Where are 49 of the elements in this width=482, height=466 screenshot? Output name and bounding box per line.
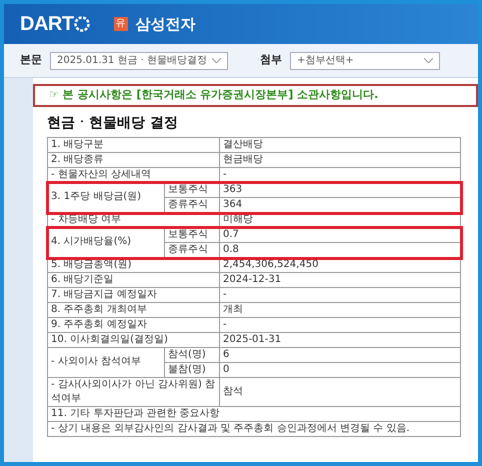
company-name: 삼성전자 [136, 14, 196, 35]
row-value: - [220, 288, 461, 302]
row-value: 363 [220, 182, 461, 198]
row-label: - 차등배당 여부 [48, 212, 220, 228]
row-value: 0.7 [220, 228, 461, 242]
row-label: - 현물자산의 상세내역 [48, 168, 220, 182]
sub-label: 종류주식 [165, 242, 220, 258]
row-value: - [220, 168, 461, 182]
sub-label: 보통주식 [165, 182, 220, 198]
attachment-label: 첨부 [260, 52, 282, 68]
row-value: 2,454,306,524,450 [220, 258, 461, 272]
row-label: 8. 주주총회 개최여부 [48, 302, 220, 318]
logo-swirl-icon [74, 16, 90, 32]
row-value: 0 [220, 362, 461, 378]
row-label: 9. 주주총회 예정일자 [48, 318, 220, 332]
sub-label: 불참(명) [165, 362, 220, 378]
row-value: 참석 [220, 378, 461, 406]
sub-label: 종류주식 [165, 198, 220, 212]
row-value: 2025-01-31 [220, 332, 461, 348]
row-label: 3. 1주당 배당금(원) [48, 182, 165, 212]
row-value: 0.8 [220, 242, 461, 258]
row-label: - 상기 내용은 외부감사인의 감사결과 및 주주총회 승인과정에서 변경될 수 있음. [48, 422, 461, 436]
logo-text: DART [20, 12, 74, 37]
body-label: 본문 [20, 52, 42, 68]
market-badge: 유 [114, 17, 128, 31]
row-value: 6 [220, 348, 461, 362]
row-label: 7. 배당금지급 예정일자 [48, 288, 220, 302]
row-label: 5. 배당금총액(원) [48, 258, 220, 272]
sub-label: 보통주식 [165, 228, 220, 242]
row-value: - [220, 318, 461, 332]
row-label: 11. 기타 투자판단과 관련한 중요사항 [48, 406, 461, 422]
row-label: 2. 배당종류 [48, 152, 220, 168]
row-label: 4. 시가배당율(%) [48, 228, 165, 258]
row-label: 10. 이사회결의일(결정일) [48, 332, 220, 348]
notice-banner: ☞ 본 공시사항은 [한국거래소 유가증권시장본부] 소관사항입니다. [33, 84, 478, 106]
row-value: 364 [220, 198, 461, 212]
row-label: - 감사(사외이사가 아닌 감사위원) 참석여부 [48, 378, 220, 406]
row-label: 1. 배당구분 [48, 138, 220, 152]
document-select[interactable]: 2025.01.31 현금 · 현물배당결정 [50, 52, 228, 70]
row-label: - 사외이사 참석여부 [48, 348, 165, 378]
row-label: 6. 배당기준일 [48, 272, 220, 288]
row-value: 결산배당 [220, 138, 461, 152]
row-value: 2024-12-31 [220, 272, 461, 288]
row-value: 개최 [220, 302, 461, 318]
sub-label: 참석(명) [165, 348, 220, 362]
row-value: 미해당 [220, 212, 461, 228]
attachment-select[interactable]: +첨부선택+ [290, 52, 440, 70]
row-value: 현금배당 [220, 152, 461, 168]
document-title: 현금ㆍ현물배당 결정 [47, 114, 179, 132]
